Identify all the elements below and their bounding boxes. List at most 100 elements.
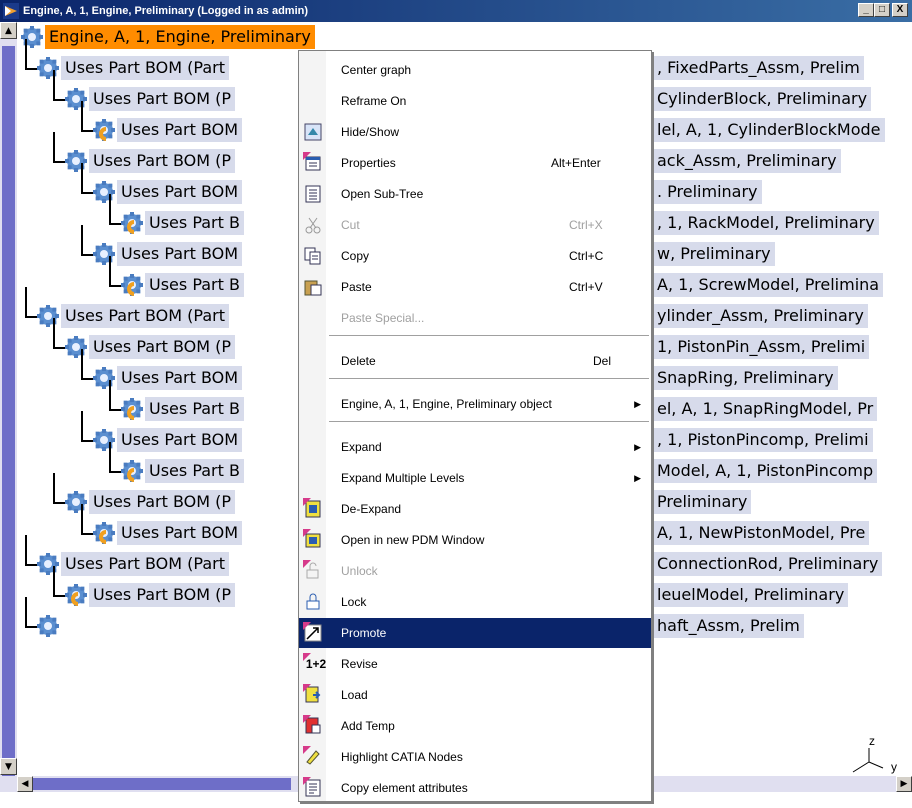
- tree-node[interactable]: Uses Part BOM: [93, 425, 243, 455]
- tree-node[interactable]: Uses Part BOM (P: [65, 332, 236, 362]
- tree-node[interactable]: Uses Part BOM (P: [65, 146, 236, 176]
- menu-item-delete[interactable]: Delete Del: [299, 346, 651, 376]
- menu-item-expand-multiple-levels[interactable]: Expand Multiple Levels ▶: [299, 463, 651, 493]
- tree-node-label[interactable]: haft_Assm, Prelim: [653, 614, 804, 638]
- tree-node-label-continued[interactable]: 1, PistonPin_Assm, Prelimi: [653, 332, 870, 362]
- tree-node-label[interactable]: . Preliminary: [653, 180, 762, 204]
- tree-node-label[interactable]: Uses Part BOM: [117, 366, 243, 390]
- menu-item-center-graph[interactable]: Center graph: [299, 55, 651, 85]
- tree-node-label-continued[interactable]: CylinderBlock, Preliminary: [653, 84, 872, 114]
- tree-node-label-continued[interactable]: leuelModel, Preliminary: [653, 580, 849, 610]
- tree-node[interactable]: [37, 611, 59, 641]
- tree-node-label[interactable]: Uses Part BOM (P: [89, 149, 236, 173]
- tree-node-label[interactable]: Preliminary: [653, 490, 752, 514]
- menu-item-de-expand[interactable]: De-Expand: [299, 494, 651, 524]
- maximize-button[interactable]: □: [874, 3, 890, 17]
- tree-node-label[interactable]: Uses Part BOM (P: [89, 583, 236, 607]
- menu-item-revise[interactable]: 1+2 Revise: [299, 649, 651, 679]
- menu-item-lock[interactable]: Lock: [299, 587, 651, 617]
- scroll-up-icon[interactable]: ▲: [0, 22, 17, 39]
- tree-node-label[interactable]: CylinderBlock, Preliminary: [653, 87, 872, 111]
- menu-item-highlight-catia-nodes[interactable]: Highlight CATIA Nodes: [299, 742, 651, 772]
- tree-node-label-continued[interactable]: el, A, 1, SnapRingModel, Pr: [653, 394, 878, 424]
- tree-node-label[interactable]: Uses Part B: [145, 459, 244, 483]
- tree-node-label[interactable]: Uses Part BOM (Part: [61, 304, 229, 328]
- menu-item-properties[interactable]: Properties Alt+Enter: [299, 148, 651, 178]
- tree-node[interactable]: Uses Part B: [121, 270, 244, 300]
- tree-node-label[interactable]: Uses Part BOM: [117, 428, 243, 452]
- tree-node-label-continued[interactable]: , FixedParts_Assm, Prelim: [653, 53, 864, 83]
- tree-node-label[interactable]: Uses Part BOM: [117, 242, 243, 266]
- tree-node-label[interactable]: , 1, RackModel, Preliminary: [653, 211, 879, 235]
- tree-node-label-continued[interactable]: SnapRing, Preliminary: [653, 363, 838, 393]
- tree-node-label-continued[interactable]: A, 1, NewPistonModel, Pre: [653, 518, 870, 548]
- tree-node-label[interactable]: Uses Part BOM (P: [89, 335, 236, 359]
- tree-node[interactable]: Uses Part BOM: [93, 518, 243, 548]
- tree-node[interactable]: Uses Part BOM (P: [65, 580, 236, 610]
- menu-item-copy-element-attributes[interactable]: Copy element attributes: [299, 773, 651, 803]
- tree-node-label-continued[interactable]: ack_Assm, Preliminary: [653, 146, 841, 176]
- menu-item-add-temp[interactable]: Add Temp: [299, 711, 651, 741]
- tree-node-label[interactable]: leuelModel, Preliminary: [653, 583, 849, 607]
- menu-item-expand[interactable]: Expand ▶: [299, 432, 651, 462]
- tree-node-label-continued[interactable]: , 1, RackModel, Preliminary: [653, 208, 879, 238]
- tree-node[interactable]: Uses Part B: [121, 208, 244, 238]
- tree-node[interactable]: Uses Part BOM: [93, 177, 243, 207]
- close-button[interactable]: X: [892, 3, 908, 17]
- tree-node[interactable]: Uses Part BOM (Part: [37, 53, 229, 83]
- tree-node[interactable]: Uses Part BOM: [93, 363, 243, 393]
- tree-node-label[interactable]: Engine, A, 1, Engine, Preliminary: [45, 25, 315, 49]
- tree-node-label[interactable]: el, A, 1, SnapRingModel, Pr: [653, 397, 878, 421]
- tree-node-label[interactable]: Uses Part BOM (P: [89, 490, 236, 514]
- tree-node-label[interactable]: Model, A, 1, PistonPincomp: [653, 459, 878, 483]
- tree-node[interactable]: Uses Part BOM: [93, 239, 243, 269]
- vertical-scroll-thumb[interactable]: [2, 46, 15, 776]
- tree-node-label[interactable]: Uses Part BOM (Part: [61, 552, 229, 576]
- tree-node-label[interactable]: 1, PistonPin_Assm, Prelimi: [653, 335, 870, 359]
- menu-item-paste-special[interactable]: Paste Special...: [299, 303, 651, 333]
- tree-node-label-continued[interactable]: haft_Assm, Prelim: [653, 611, 804, 641]
- tree-node-label-continued[interactable]: . Preliminary: [653, 177, 762, 207]
- tree-node-label[interactable]: Uses Part B: [145, 397, 244, 421]
- tree-node-label-continued[interactable]: lel, A, 1, CylinderBlockMode: [653, 115, 885, 145]
- menu-item-engine-a-1-engine-preliminary-object[interactable]: Engine, A, 1, Engine, Preliminary object…: [299, 389, 651, 419]
- menu-item-cut[interactable]: Cut Ctrl+X: [299, 210, 651, 240]
- scroll-left-icon[interactable]: ◀: [17, 776, 33, 792]
- tree-node-label[interactable]: Uses Part BOM: [117, 521, 243, 545]
- tree-node[interactable]: Uses Part B: [121, 394, 244, 424]
- tree-node-label-continued[interactable]: Model, A, 1, PistonPincomp: [653, 456, 878, 486]
- tree-node[interactable]: Uses Part BOM (Part: [37, 301, 229, 331]
- tree-node-label[interactable]: SnapRing, Preliminary: [653, 366, 838, 390]
- tree-node-label[interactable]: Uses Part BOM: [117, 118, 243, 142]
- tree-node-label[interactable]: Uses Part BOM: [117, 180, 243, 204]
- horizontal-scroll-thumb[interactable]: [33, 778, 291, 790]
- tree-node[interactable]: Uses Part BOM: [93, 115, 243, 145]
- tree-node[interactable]: Uses Part BOM (P: [65, 487, 236, 517]
- menu-item-open-sub-tree[interactable]: Open Sub-Tree: [299, 179, 651, 209]
- tree-node-label[interactable]: , 1, PistonPincomp, Prelimi: [653, 428, 873, 452]
- minimize-button[interactable]: _: [858, 3, 874, 17]
- tree-node-label-continued[interactable]: A, 1, ScrewModel, Prelimina: [653, 270, 884, 300]
- tree-node-label-continued[interactable]: w, Preliminary: [653, 239, 775, 269]
- tree-node-label-continued[interactable]: Preliminary: [653, 487, 752, 517]
- tree-node-label[interactable]: Uses Part B: [145, 211, 244, 235]
- tree-node-label[interactable]: w, Preliminary: [653, 242, 775, 266]
- tree-node[interactable]: Uses Part BOM (P: [65, 84, 236, 114]
- menu-item-reframe-on[interactable]: Reframe On: [299, 86, 651, 116]
- tree-node-label[interactable]: A, 1, ScrewModel, Prelimina: [653, 273, 884, 297]
- tree-node-label[interactable]: A, 1, NewPistonModel, Pre: [653, 521, 870, 545]
- menu-item-unlock[interactable]: Unlock: [299, 556, 651, 586]
- menu-item-copy[interactable]: Copy Ctrl+C: [299, 241, 651, 271]
- tree-node[interactable]: Uses Part BOM (Part: [37, 549, 229, 579]
- tree-node-label[interactable]: Uses Part BOM (Part: [61, 56, 229, 80]
- scroll-down-icon[interactable]: ▼: [0, 758, 17, 775]
- tree-root-node[interactable]: Engine, A, 1, Engine, Preliminary: [21, 22, 315, 52]
- vertical-scrollbar[interactable]: ▲ ▼: [0, 22, 17, 792]
- scroll-right-icon[interactable]: ▶: [896, 776, 912, 792]
- tree-node-label[interactable]: , FixedParts_Assm, Prelim: [653, 56, 864, 80]
- tree-node-label[interactable]: Uses Part B: [145, 273, 244, 297]
- tree-node-label[interactable]: lel, A, 1, CylinderBlockMode: [653, 118, 885, 142]
- tree-node-label[interactable]: ack_Assm, Preliminary: [653, 149, 841, 173]
- tree-node-label[interactable]: ConnectionRod, Preliminary: [653, 552, 883, 576]
- tree-node-label[interactable]: ylinder_Assm, Preliminary: [653, 304, 868, 328]
